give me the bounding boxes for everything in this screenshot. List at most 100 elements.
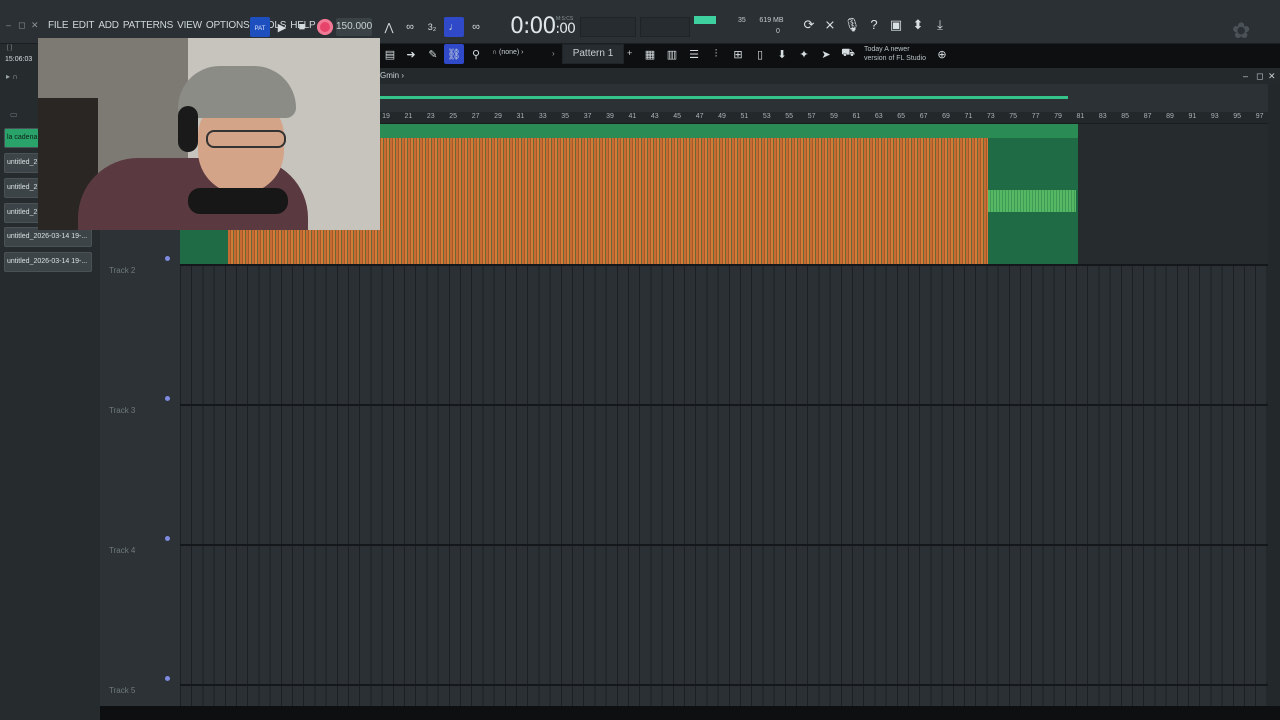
countdown-icon[interactable]: 3₂: [422, 17, 442, 37]
arrow-right-icon[interactable]: ➜: [401, 44, 421, 64]
menu-patterns[interactable]: PATTERNS: [123, 20, 173, 31]
link-icon[interactable]: ⛓: [444, 44, 464, 64]
ruler-tick: 29: [494, 113, 502, 120]
metronome-icon[interactable]: ⋀: [379, 17, 399, 37]
oscilloscope: [640, 17, 690, 37]
empty-region[interactable]: [1078, 124, 1268, 264]
ruler-tick: 37: [583, 113, 592, 120]
pattern-name: Pattern 1: [572, 48, 614, 59]
loop-record-icon[interactable]: ∞: [466, 17, 486, 37]
ruler-tick: 95: [1233, 113, 1242, 120]
plugin-icon[interactable]: ⬍: [909, 17, 927, 37]
ruler-tick: 77: [1031, 113, 1040, 120]
ruler-tick: 23: [426, 113, 435, 120]
snap-value: (none): [498, 49, 520, 56]
channel-rack-icon[interactable]: ▥: [662, 44, 682, 64]
mixer-sliders-icon[interactable]: ⫶: [706, 44, 726, 64]
globe-icon[interactable]: ⊕: [932, 44, 952, 64]
scroll-thumb[interactable]: [376, 96, 1068, 99]
playlist-icon[interactable]: ▦: [640, 44, 660, 64]
stop-icon[interactable]: ■: [292, 17, 312, 37]
ruler-tick: 67: [919, 113, 928, 120]
track-enable-dot[interactable]: [165, 536, 170, 541]
minimize-icon[interactable]: –: [6, 20, 11, 30]
track-label[interactable]: Track 4: [109, 546, 135, 555]
undo-history-icon[interactable]: ⟳: [800, 17, 818, 37]
preview-controls[interactable]: ▸ ∩: [6, 72, 18, 81]
piano-roll-icon[interactable]: ▤: [380, 44, 400, 64]
record-icon[interactable]: [317, 19, 333, 35]
ruler-tick: 43: [650, 113, 659, 120]
ruler-tick: 97: [1255, 113, 1264, 120]
touch-keyboard-icon[interactable]: ✦: [794, 44, 814, 64]
menu-view[interactable]: VIEW: [177, 20, 202, 31]
vertical-scrollbar[interactable]: [1268, 84, 1280, 706]
plugin-database-icon[interactable]: ⬇: [772, 44, 792, 64]
files-icon[interactable]: ▯: [750, 44, 770, 64]
track-label[interactable]: Track 3: [109, 406, 135, 415]
ruler-tick: 33: [538, 113, 547, 120]
microphone-icon[interactable]: 🎙: [843, 17, 861, 37]
prev-pattern-icon[interactable]: ›: [552, 49, 555, 58]
restore-icon[interactable]: ◻: [18, 20, 25, 31]
routing-icon[interactable]: ⊞: [728, 44, 748, 64]
bracket-icon: [ ]: [7, 45, 13, 51]
mixer-icon[interactable]: ⨯: [821, 17, 839, 37]
pattern-song-toggle[interactable]: PAT: [250, 17, 270, 37]
track-label[interactable]: Track 2: [109, 266, 135, 275]
ruler-tick: 91: [1188, 113, 1197, 120]
audio-clip-header[interactable]: [380, 124, 1078, 138]
play-icon[interactable]: ▶: [272, 17, 292, 37]
ruler-tick: 27: [471, 113, 480, 120]
track-label[interactable]: Track 5: [109, 686, 135, 695]
download-icon[interactable]: ⤓: [931, 17, 949, 37]
track-divider: [180, 544, 1268, 546]
ruler-tick: 41: [628, 113, 637, 120]
ram-readout: 35 619 MB: [738, 17, 784, 24]
script-icon[interactable]: ➤: [816, 44, 836, 64]
menu-edit[interactable]: EDIT: [72, 20, 94, 31]
ram-value: 619 MB: [759, 17, 784, 24]
menu-options[interactable]: OPTIONS: [206, 20, 250, 31]
ruler-tick: 93: [1210, 113, 1219, 120]
ruler-tick: 35: [561, 113, 570, 120]
tempo-display[interactable]: 150.000: [336, 18, 372, 36]
blend-notes-icon[interactable]: ♩: [444, 17, 464, 37]
fl-studio-logo: ✿: [1232, 18, 1251, 43]
picker-item[interactable]: untitled_2026-03-14 19-...: [4, 227, 92, 247]
ruler-tick: 61: [852, 113, 861, 120]
track-divider: [180, 264, 1268, 266]
ruler-tick: 87: [1143, 113, 1152, 120]
ruler-tick: 49: [718, 113, 726, 120]
stamp-icon[interactable]: ⚲: [466, 44, 486, 64]
track-enable-dot[interactable]: [165, 256, 170, 261]
ruler-tick: 69: [942, 113, 950, 120]
maximize-playlist-icon[interactable]: ◻: [1256, 71, 1263, 82]
browser-icon[interactable]: ☰: [684, 44, 704, 64]
time-main: 0:00: [510, 14, 556, 39]
ruler-tick: 89: [1166, 113, 1174, 120]
help-icon[interactable]: ?: [865, 17, 883, 37]
track-enable-dot[interactable]: [165, 396, 170, 401]
ruler-tick: 53: [762, 113, 771, 120]
menu-file[interactable]: FILE: [48, 20, 69, 31]
track-divider: [180, 404, 1268, 406]
minimize-playlist-icon[interactable]: –: [1243, 71, 1248, 81]
track-enable-dot[interactable]: [165, 676, 170, 681]
time-units: M:S:CS: [556, 16, 574, 22]
store-icon[interactable]: ⛟: [838, 44, 858, 64]
ruler-tick: 85: [1121, 113, 1130, 120]
ruler-tick: 39: [606, 113, 614, 120]
wait-input-icon[interactable]: ∞: [400, 17, 420, 37]
ruler-tick: 59: [830, 113, 838, 120]
pattern-selector[interactable]: Pattern 1: [562, 44, 624, 64]
picker-toggle-icon[interactable]: ▭: [10, 110, 18, 119]
snap-selector[interactable]: ∩ (none) ›: [492, 49, 524, 56]
draw-icon[interactable]: ✎: [423, 44, 443, 64]
save-icon[interactable]: ▣: [887, 17, 905, 37]
menu-add[interactable]: ADD: [98, 20, 119, 31]
close-playlist-icon[interactable]: ✕: [1268, 71, 1276, 82]
close-icon[interactable]: ✕: [31, 20, 39, 31]
add-pattern-icon[interactable]: +: [627, 48, 632, 58]
picker-item[interactable]: untitled_2026-03-14 19-...: [4, 252, 92, 272]
